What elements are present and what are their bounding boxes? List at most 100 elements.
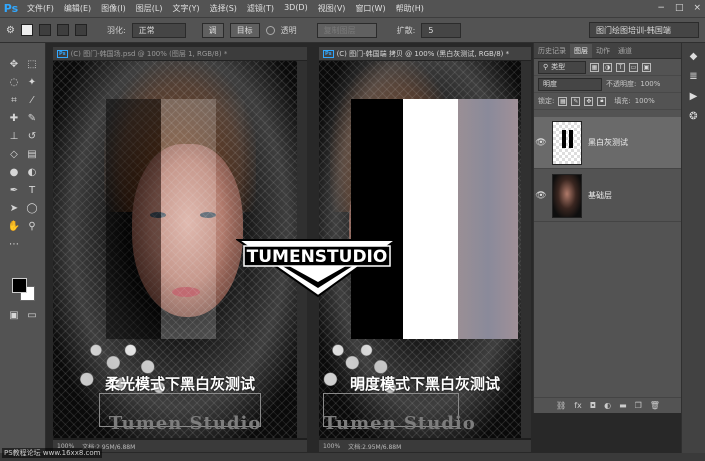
transparent-checkbox[interactable] [265,25,275,35]
document-tab-2[interactable]: Ps (C) 图门-韩国端 拷贝 @ 100% (黑白灰测试, RGB/8) * [319,47,531,61]
lock-pixels-icon[interactable]: ✎ [571,96,581,106]
play-actions-icon[interactable]: ▶ [687,89,701,103]
dodge-tool-icon[interactable]: ◐ [25,165,39,179]
clone-stamp-icon[interactable]: ⊥ [7,129,21,143]
type-tool-icon[interactable]: T [25,183,39,197]
history-brush-icon[interactable]: ↺ [25,129,39,143]
eyedropper-icon[interactable]: ⁄ [25,93,39,107]
tab-history[interactable]: 历史记录 [534,44,570,58]
zoom-level-2[interactable]: 100% [323,443,340,450]
layer-row-test[interactable]: 👁︎ 黑白灰测试 [534,117,682,169]
menu-type[interactable]: 文字(Y) [167,3,204,14]
new-layer-icon[interactable]: ❐ [635,401,642,410]
eraser-tool-icon[interactable]: ◇ [7,147,21,161]
black-test-strip [351,99,403,339]
hand-tool-icon[interactable]: ✋ [7,219,21,233]
caption-soft-light: 柔光模式下黑白灰测试 [104,375,255,393]
pen-tool-icon[interactable]: ✒ [7,183,21,197]
new-selection-icon[interactable] [20,24,33,36]
lock-all-icon[interactable]: 🔒︎ [597,96,607,106]
lock-position-icon[interactable]: ✥ [584,96,594,106]
tab-layers[interactable]: 图层 [570,44,592,58]
link-icon[interactable]: ⛓︎ [556,401,566,410]
quick-mask-icon[interactable]: ▣ [7,308,21,322]
layers-panel: 历史记录 图层 动作 通道 ⚲ 类型 ▦ ◑ T ▭ ▣ 明度 不透明度: 100… [533,43,682,413]
menu-file[interactable]: 文件(F) [22,3,59,14]
lasso-tool-icon[interactable]: ◌ [7,75,21,89]
move-tool-icon[interactable]: ✥ [7,57,21,71]
vertical-scrollbar-2[interactable] [521,61,531,438]
shape-filter-icon[interactable]: ▭ [629,62,638,72]
options-bar: ⚙ 羽化: 正常 调 目标 透明 复制图层 扩散: 5 图门绘图培训-韩国端 [0,18,705,43]
kind-label: 类型 [551,63,566,71]
more-tools-icon[interactable]: ⋯ [7,237,21,251]
maximize-button[interactable]: □ [675,3,684,13]
kind-filter-dropdown[interactable]: ⚲ 类型 [538,60,586,74]
workspace-dropdown[interactable]: 图门绘图培训-韩国端 [589,22,699,38]
smart-object-filter-icon[interactable]: ▣ [642,62,651,72]
add-selection-icon[interactable] [38,24,51,36]
expand-dropdown[interactable]: 5 [421,22,462,38]
blur-tool-icon[interactable]: ● [7,165,21,179]
layer-thumbnail-base [552,173,582,218]
type-filter-icon[interactable]: T [616,62,625,72]
pixel-filter-icon[interactable]: ▦ [590,62,599,72]
mode-dropdown[interactable]: 正常 [131,22,186,38]
color-panel-icon[interactable]: ◆ [687,49,701,63]
tools-panel: ✥ ⬚ ◌ ✦ ⌗ ⁄ ✚ ✎ ⊥ ↺ ◇ ▤ ● ◐ ✒ T ➤ ◯ ✋ ⚲ … [0,43,46,453]
menu-select[interactable]: 选择(S) [205,3,242,14]
subtract-selection-icon[interactable] [56,24,69,36]
document-tab-1[interactable]: Ps (C) 图门-韩国场.psd @ 100% (图层 1, RGB/8) * [53,47,307,61]
copy-layer-button[interactable]: 复制图层 [316,22,377,38]
folder-icon[interactable]: ▬ [619,401,627,410]
menu-filter[interactable]: 滤镜(T) [242,3,279,14]
adjust-button[interactable]: 调 [201,22,224,38]
menu-window[interactable]: 窗口(W) [350,3,390,14]
path-selection-icon[interactable]: ➤ [7,201,21,215]
tab-channels[interactable]: 通道 [614,44,636,58]
zoom-tool-icon[interactable]: ⚲ [25,219,39,233]
lock-transparent-icon[interactable]: ▦ [558,96,568,106]
layer-name-base: 基础层 [588,191,612,200]
shape-tool-icon[interactable]: ◯ [25,201,39,215]
opacity-value[interactable]: 100% [640,80,660,88]
mask-icon[interactable]: ◘ [590,401,596,410]
tab-actions[interactable]: 动作 [592,44,614,58]
foreground-color-swatch[interactable] [12,278,27,293]
fill-value[interactable]: 100% [635,97,655,105]
menu-layer[interactable]: 图层(L) [131,3,168,14]
brush-tool-icon[interactable]: ✎ [25,111,39,125]
black-test-strip [106,99,161,339]
screen-mode-icon[interactable]: ▭ [25,308,39,322]
right-dock: ◆ ≣ ▶ ❂ [681,43,705,453]
search-icon: ⚲ [543,63,549,71]
healing-brush-icon[interactable]: ✚ [7,111,21,125]
styles-panel-icon[interactable]: ❂ [687,109,701,123]
marquee-tool-icon[interactable]: ⬚ [25,57,39,71]
tool-preset-icon[interactable]: ⚙ [6,25,15,36]
menu-help[interactable]: 帮助(H) [391,3,429,14]
target-button[interactable]: 目标 [229,22,260,38]
fx-icon[interactable]: fx [574,401,582,410]
minimize-button[interactable]: − [657,3,665,13]
trash-icon[interactable]: 🗑︎ [650,401,660,410]
layers-panel-icon[interactable]: ≣ [687,69,701,83]
blend-mode-value: 明度 [543,80,557,88]
menu-edit[interactable]: 编辑(E) [59,3,96,14]
gradient-tool-icon[interactable]: ▤ [25,147,39,161]
visibility-eye-icon[interactable]: 👁︎ [534,138,548,148]
layer-row-base[interactable]: 👁︎ 基础层 [534,170,682,222]
close-button[interactable]: × [693,3,701,13]
adjustment-icon[interactable]: ◐ [604,401,611,410]
intersect-selection-icon[interactable] [74,24,87,36]
menu-view[interactable]: 视图(V) [313,3,351,14]
visibility-eye-icon[interactable]: 👁︎ [534,191,548,201]
ps-file-icon: Ps [57,49,68,58]
magic-wand-icon[interactable]: ✦ [25,75,39,89]
blend-mode-dropdown[interactable]: 明度 [538,77,602,91]
menu-image[interactable]: 图像(I) [96,3,131,14]
menu-3d[interactable]: 3D(D) [279,3,313,14]
adjustment-filter-icon[interactable]: ◑ [603,62,612,72]
logo-text: TUMENSTUDIO [247,247,388,267]
crop-tool-icon[interactable]: ⌗ [7,93,21,107]
